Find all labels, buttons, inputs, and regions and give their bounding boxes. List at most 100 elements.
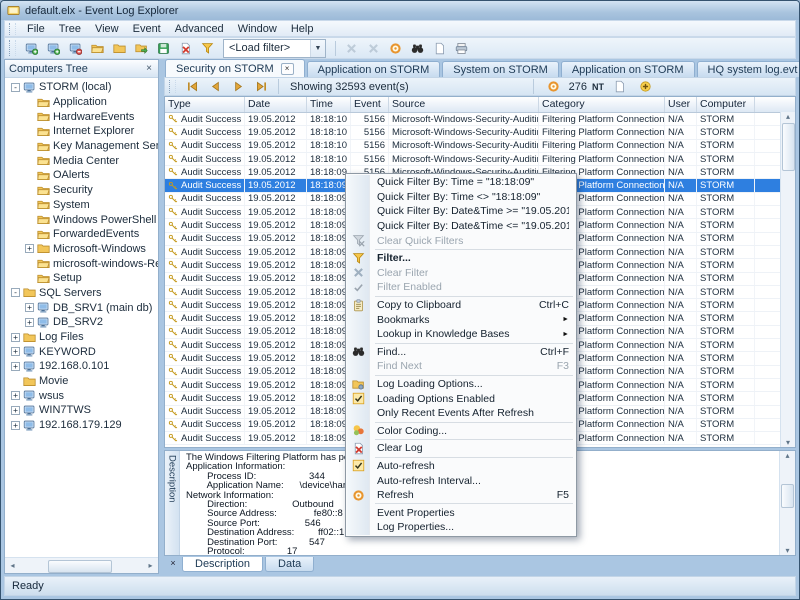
scroll-left-icon[interactable]: ◂ xyxy=(5,561,20,570)
tree-item-system[interactable]: System xyxy=(9,198,158,213)
menu-item-lookup-in-knowledge-bases[interactable]: Lookup in Knowledge Bases► xyxy=(347,327,575,342)
expand-icon[interactable]: + xyxy=(25,303,34,312)
tree-item-movie[interactable]: Movie xyxy=(9,374,158,389)
tree-item-security[interactable]: Security xyxy=(9,183,158,198)
close-panel-icon[interactable]: × xyxy=(144,63,154,74)
previous-event-button[interactable] xyxy=(205,77,226,96)
tree-item-win7tws[interactable]: +WIN7TWS xyxy=(9,403,158,418)
scroll-right-icon[interactable]: ▸ xyxy=(143,561,158,570)
description-vertical-scrollbar[interactable]: ▴ ▾ xyxy=(779,451,795,555)
grid-vertical-scrollbar[interactable]: ▴ ▾ xyxy=(780,112,795,447)
table-row[interactable]: Audit Success19.05.201218:18:105156Micro… xyxy=(165,140,780,153)
menu-item-quick-filter-by-date-time-19-05-2012-18-18-09[interactable]: Quick Filter By: Date&Time <= "19.05.201… xyxy=(347,219,575,234)
menu-item-quick-filter-by-time-18-18-09[interactable]: Quick Filter By: Time = "18:18:09" xyxy=(347,175,575,190)
tab-security-on-storm[interactable]: Security on STORM× xyxy=(165,59,305,77)
expand-icon[interactable]: + xyxy=(11,333,20,342)
column-header-type[interactable]: Type xyxy=(165,97,245,112)
column-header-user[interactable]: User xyxy=(665,97,697,112)
refresh-button[interactable] xyxy=(385,39,406,58)
tree-item-windows-powershell[interactable]: Windows PowerShell xyxy=(9,212,158,227)
log-toolbar-grip[interactable] xyxy=(169,80,176,94)
column-header-event[interactable]: Event xyxy=(351,97,389,112)
menu-item-auto-refresh[interactable]: Auto-refresh xyxy=(347,459,575,474)
tree-item-storm-local-[interactable]: -STORM (local) xyxy=(9,80,158,95)
open-log-file-button[interactable] xyxy=(131,39,152,58)
table-row[interactable]: Audit Success19.05.201218:18:105156Micro… xyxy=(165,113,780,126)
menu-window[interactable]: Window xyxy=(231,22,284,36)
menu-item-auto-refresh-interval[interactable]: Auto-refresh Interval... xyxy=(347,473,575,488)
collapse-icon[interactable]: - xyxy=(11,288,20,297)
table-row[interactable]: Audit Success19.05.201218:18:105156Micro… xyxy=(165,153,780,166)
expand-icon[interactable]: + xyxy=(11,362,20,371)
expand-icon[interactable]: + xyxy=(25,244,34,253)
tree-item-setup[interactable]: Setup xyxy=(9,271,158,286)
expand-icon[interactable]: + xyxy=(11,391,20,400)
menu-item-quick-filter-by-time-18-18-09[interactable]: Quick Filter By: Time <> "18:18:09" xyxy=(347,190,575,205)
tab-data[interactable]: Data xyxy=(265,557,314,572)
add-bookmark-button[interactable] xyxy=(635,77,656,96)
column-header-date[interactable]: Date xyxy=(245,97,307,112)
menu-item-log-properties[interactable]: Log Properties... xyxy=(347,520,575,535)
tab-application-on-storm[interactable]: Application on STORM xyxy=(307,61,441,77)
open-folder-button[interactable] xyxy=(109,39,130,58)
tree-item-microsoft-windows[interactable]: +Microsoft-Windows xyxy=(9,242,158,257)
next-event-button[interactable] xyxy=(228,77,249,96)
menu-item-loading-options-enabled[interactable]: Loading Options Enabled xyxy=(347,391,575,406)
scroll-thumb[interactable] xyxy=(781,484,794,508)
event-detail-button[interactable] xyxy=(609,77,630,96)
tree-horizontal-scrollbar[interactable]: ◂ ▸ xyxy=(5,557,158,573)
clear-filter-button[interactable] xyxy=(363,39,384,58)
menu-item-clear-log[interactable]: Clear Log xyxy=(347,441,575,456)
column-header-time[interactable]: Time xyxy=(307,97,351,112)
tree-item-forwardedevents[interactable]: ForwardedEvents xyxy=(9,227,158,242)
menu-item-quick-filter-by-date-time-19-05-2012-18-18-09[interactable]: Quick Filter By: Date&Time >= "19.05.201… xyxy=(347,204,575,219)
scroll-up-icon[interactable]: ▴ xyxy=(786,112,790,121)
tree-item-hardwareevents[interactable]: HardwareEvents xyxy=(9,109,158,124)
menu-item-copy-to-clipboard[interactable]: Copy to ClipboardCtrl+C xyxy=(347,298,575,313)
tree-item-media-center[interactable]: Media Center xyxy=(9,153,158,168)
scroll-down-icon[interactable]: ▾ xyxy=(786,438,790,447)
tree-item-microsoft-windows-remotedesktop[interactable]: microsoft-windows-RemoteDesktop xyxy=(9,256,158,271)
menu-item-bookmarks[interactable]: Bookmarks► xyxy=(347,312,575,327)
menu-item-log-loading-options[interactable]: Log Loading Options... xyxy=(347,377,575,392)
toolbar-grip[interactable] xyxy=(9,40,16,56)
tree-item-db-srv2[interactable]: +DB_SRV2 xyxy=(9,315,158,330)
tree-item-keyword[interactable]: +KEYWORD xyxy=(9,344,158,359)
menu-item-event-properties[interactable]: Event Properties xyxy=(347,505,575,520)
menu-view[interactable]: View xyxy=(88,22,126,36)
close-description-icon[interactable]: × xyxy=(166,557,180,570)
last-event-button[interactable] xyxy=(251,77,272,96)
expand-icon[interactable]: + xyxy=(11,347,20,356)
disconnect-computer-button[interactable] xyxy=(65,39,86,58)
load-filter-combo[interactable]: <Load filter>▼ xyxy=(223,39,326,58)
tree-item-log-files[interactable]: +Log Files xyxy=(9,330,158,345)
column-header-source[interactable]: Source xyxy=(389,97,539,112)
add-computer-button[interactable] xyxy=(43,39,64,58)
connect-computer-button[interactable] xyxy=(21,39,42,58)
first-event-button[interactable] xyxy=(182,77,203,96)
tab-system-on-storm[interactable]: System on STORM xyxy=(442,61,559,77)
table-row[interactable]: Audit Success19.05.201218:18:105156Micro… xyxy=(165,126,780,139)
menu-item-find[interactable]: Find...Ctrl+F xyxy=(347,345,575,360)
scroll-thumb[interactable] xyxy=(48,560,112,573)
menu-item-only-recent-events-after-refresh[interactable]: Only Recent Events After Refresh xyxy=(347,406,575,421)
tree-item-wsus[interactable]: +wsus xyxy=(9,388,158,403)
scroll-up-icon[interactable]: ▴ xyxy=(785,451,789,460)
scroll-thumb[interactable] xyxy=(782,123,795,171)
menu-advanced[interactable]: Advanced xyxy=(168,22,231,36)
column-header-category[interactable]: Category xyxy=(539,97,665,112)
menu-tree[interactable]: Tree xyxy=(52,22,88,36)
menu-item-filter[interactable]: Filter... xyxy=(347,251,575,266)
clear-quick-filters-button[interactable] xyxy=(341,39,362,58)
tree-item-key-management-service[interactable]: Key Management Service xyxy=(9,139,158,154)
print-button[interactable] xyxy=(451,39,472,58)
tree-item-db-srv1-main-db-[interactable]: +DB_SRV1 (main db) xyxy=(9,300,158,315)
scroll-down-icon[interactable]: ▾ xyxy=(785,546,789,555)
open-workspace-button[interactable] xyxy=(87,39,108,58)
menu-help[interactable]: Help xyxy=(284,22,321,36)
tree-item-oalerts[interactable]: OAlerts xyxy=(9,168,158,183)
tree-item-192-168-179-129[interactable]: +192.168.179.129 xyxy=(9,418,158,433)
tab-application-on-storm[interactable]: Application on STORM xyxy=(561,61,695,77)
tree-item-application[interactable]: Application xyxy=(9,95,158,110)
chevron-down-icon[interactable]: ▼ xyxy=(310,40,325,57)
